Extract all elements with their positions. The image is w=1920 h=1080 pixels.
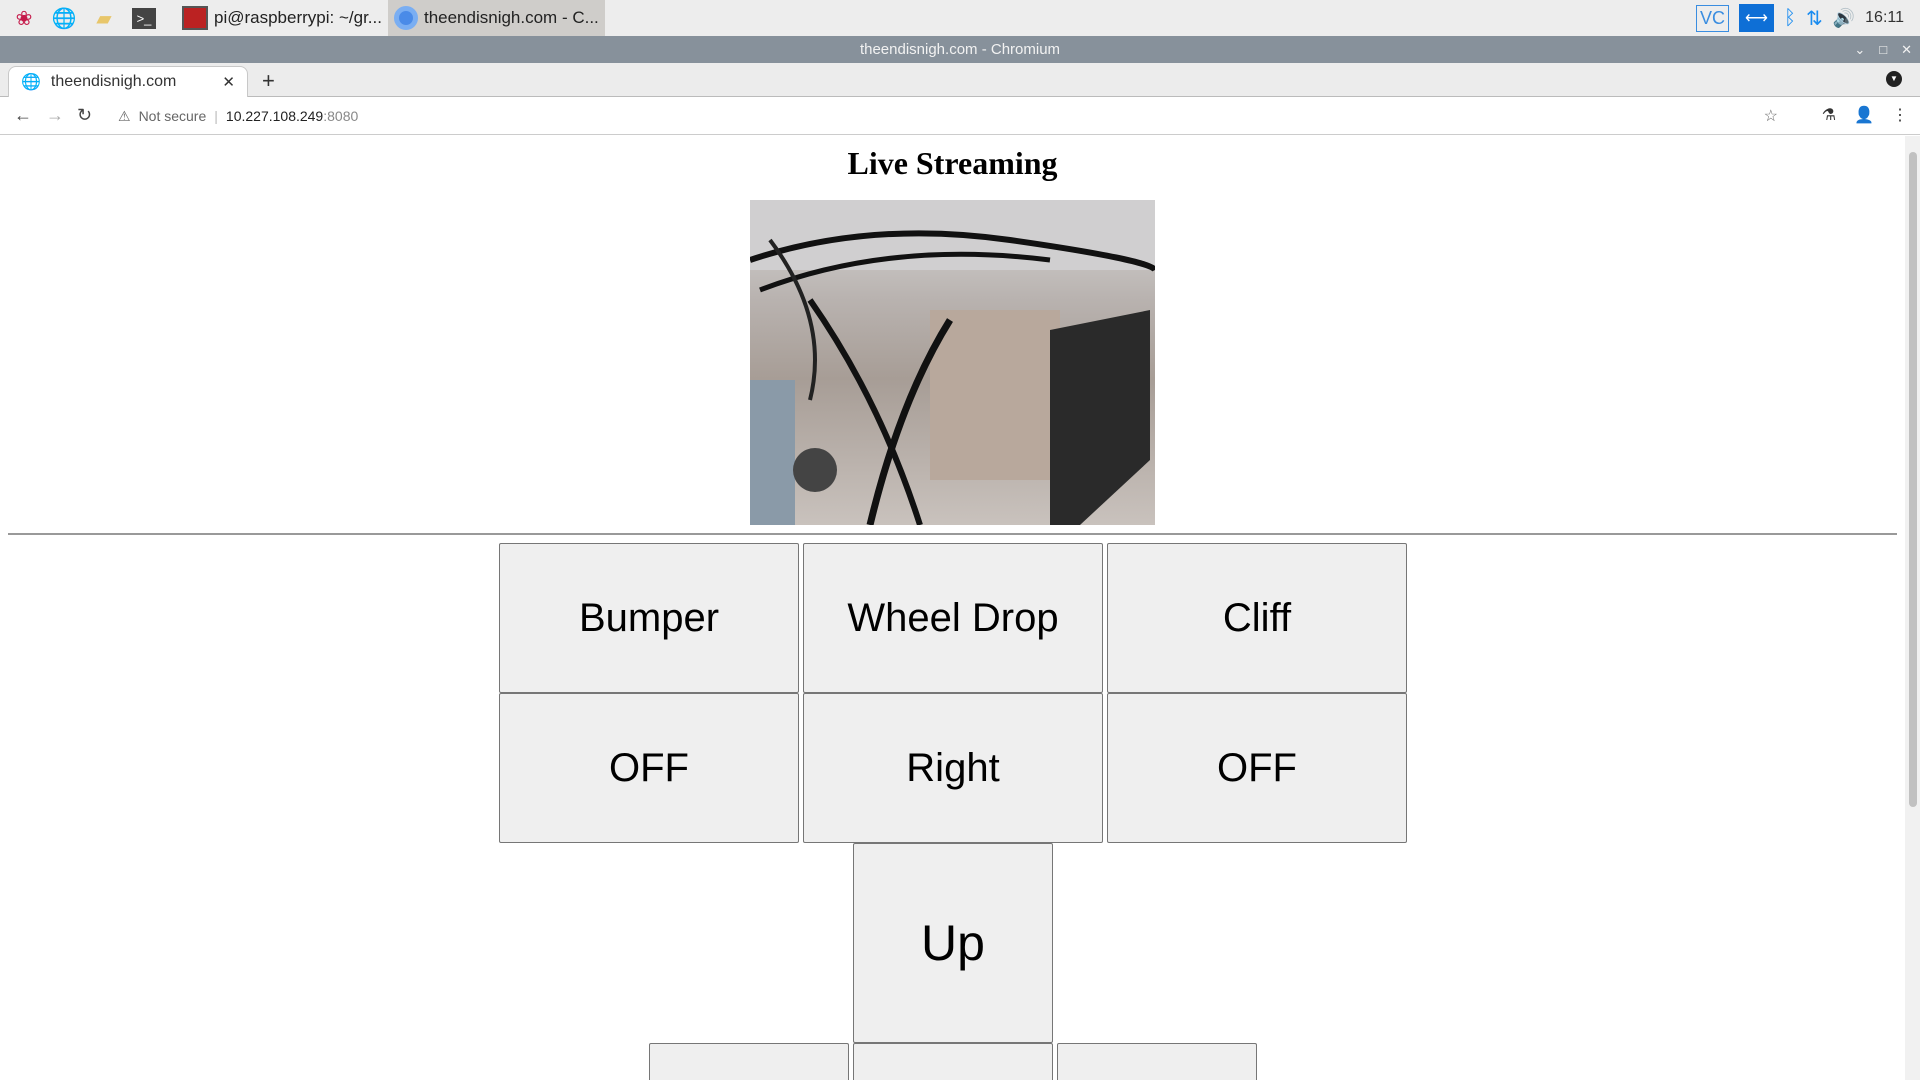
network-icon[interactable]: ⇅ [1806,6,1823,31]
terminal-icon[interactable]: >_ [128,3,160,33]
cliff-state-button[interactable]: OFF [1107,693,1407,843]
cliff-button[interactable]: Cliff [1107,543,1407,693]
tab-title: theendisnigh.com [50,73,177,90]
taskbar: ❀ 🌐 ▰ >_ pi@raspberrypi: ~/gr... theendi… [0,0,1920,36]
close-window-icon[interactable]: ✕ [1901,36,1912,63]
page-title: Live Streaming [847,145,1058,181]
window-titlebar: theendisnigh.com - Chromium ⌄ □ ✕ [0,36,1920,63]
tab-theendisnigh[interactable]: 🌐 theendisnigh.com ✕ [8,66,248,97]
new-tab-button[interactable]: + [262,68,275,94]
teamviewer-icon[interactable]: ⟷ [1739,4,1774,32]
scrollbar-thumb[interactable] [1909,152,1917,807]
globe-icon: 🌐 [21,74,41,91]
left-button[interactable] [649,1043,849,1080]
right-button[interactable] [1057,1043,1257,1080]
address-bar[interactable]: ⚠ Not secure | 10.227.108.249:8080 ☆ [108,102,1788,130]
close-tab-icon[interactable]: ✕ [222,73,235,91]
chromium-icon [393,6,418,30]
url-port: :8080 [323,108,359,124]
web-browser-icon[interactable]: 🌐 [48,3,80,33]
bumper-button[interactable]: Bumper [499,543,799,693]
reload-icon[interactable]: ↻ [77,105,92,126]
labs-icon[interactable]: ⚗ [1822,105,1836,125]
system-tray: VC ⟷ ᛒ ⇅ 🔊 16:11 [1696,0,1920,36]
bookmark-star-icon[interactable]: ☆ [1764,106,1778,126]
volume-icon[interactable]: 🔊 [1833,8,1855,29]
live-stream-image [750,200,1155,525]
bumper-state-button[interactable]: OFF [499,693,799,843]
task-label: pi@raspberrypi: ~/gr... [214,8,382,27]
window-title: theendisnigh.com - Chromium [859,41,1061,58]
task-label: theendisnigh.com - C... [423,8,599,27]
not-secure-label[interactable]: Not secure [139,108,207,124]
clock[interactable]: 16:11 [1865,9,1904,27]
tab-search-icon[interactable]: ▼ [1886,71,1902,87]
minimize-icon[interactable]: ⌄ [1854,36,1865,63]
tab-bar: 🌐 theendisnigh.com ✕ + ▼ [0,63,1920,97]
taskbar-task-terminal[interactable]: pi@raspberrypi: ~/gr... [176,0,388,36]
taskbar-task-chromium[interactable]: theendisnigh.com - C... [387,0,605,36]
bluetooth-icon[interactable]: ᛒ [1784,7,1796,30]
up-button[interactable]: Up [853,843,1053,1043]
back-icon[interactable]: ← [14,105,32,126]
warning-icon: ⚠ [118,107,131,124]
raspberry-menu-icon[interactable]: ❀ [8,3,40,33]
vnc-icon[interactable]: VC [1696,4,1730,32]
terminal-app-icon [182,6,208,30]
stop-button[interactable] [853,1043,1053,1080]
toolbar: ← → ↻ ⚠ Not secure | 10.227.108.249:8080… [0,97,1920,135]
maximize-icon[interactable]: □ [1879,36,1887,63]
menu-icon[interactable]: ⋮ [1892,105,1908,125]
profile-icon[interactable]: 👤 [1854,105,1874,125]
divider [8,533,1897,535]
wheel-drop-button[interactable]: Wheel Drop [803,543,1103,693]
file-manager-icon[interactable]: ▰ [88,3,120,33]
url-host: 10.227.108.249 [225,108,324,124]
page-content: Live Streaming Bumper Wheel Drop Cliff O… [0,136,1905,1080]
wheel-drop-state-button[interactable]: Right [803,693,1103,843]
page-scrollbar[interactable] [1905,136,1920,1080]
forward-icon[interactable]: → [46,105,64,126]
